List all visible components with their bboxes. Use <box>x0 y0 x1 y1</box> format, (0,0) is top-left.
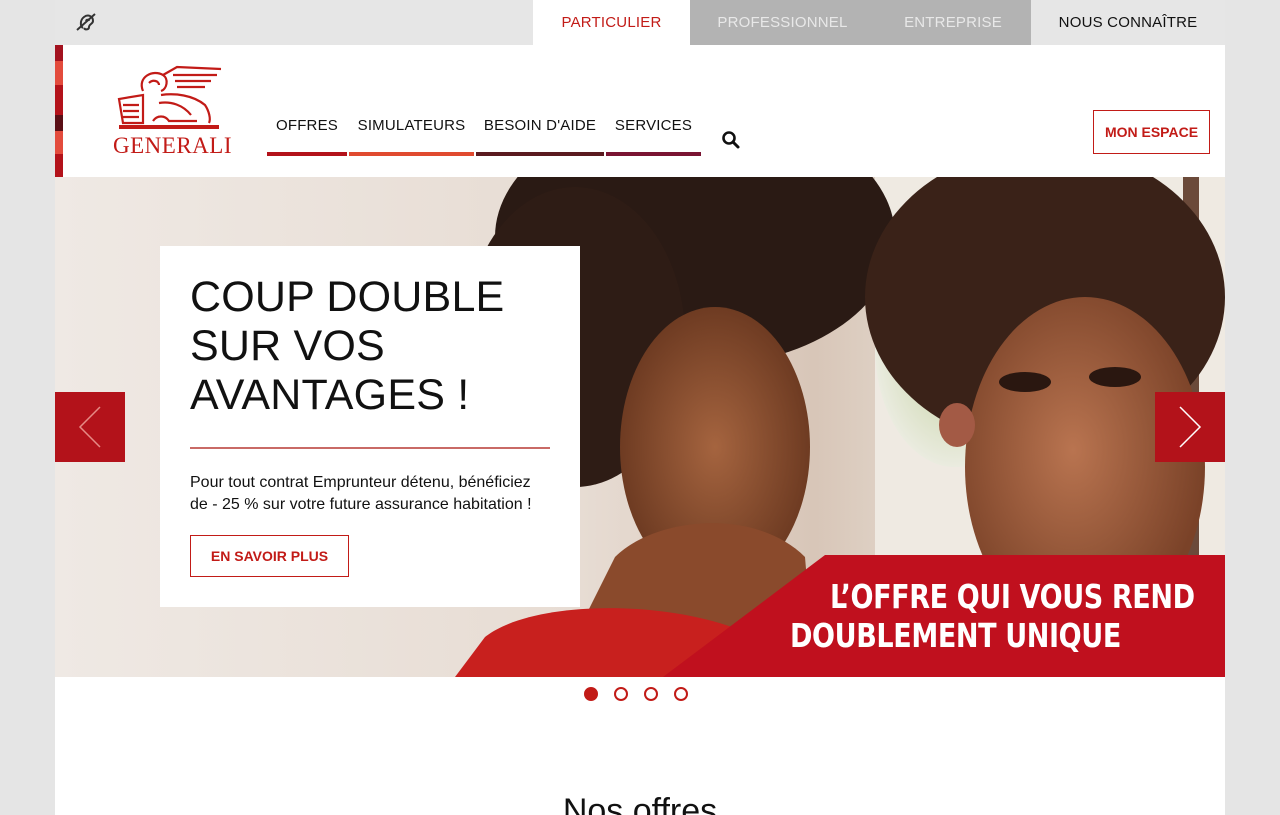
carousel-next-button[interactable] <box>1155 392 1225 462</box>
nav-offres-label: OFFRES <box>275 117 339 134</box>
hero-title: COUP DOUBLE SUR VOS AVANTAGES ! <box>190 273 560 420</box>
hearing-impaired-icon[interactable] <box>73 10 99 34</box>
nav-offres-underline <box>267 152 347 156</box>
carousel-prev-button[interactable] <box>55 392 125 462</box>
nav-besoin-daide-underline <box>476 152 604 156</box>
hero-description: Pour tout contrat Emprunteur détenu, bén… <box>190 472 550 516</box>
hero-card: COUP DOUBLE SUR VOS AVANTAGES ! Pour tou… <box>160 246 580 607</box>
nav-offres[interactable]: OFFRES <box>267 117 347 156</box>
top-bar: PARTICULIER PROFESSIONNEL ENTREPRISE NOU… <box>55 0 1225 45</box>
nav-services-underline <box>606 152 701 156</box>
search-icon[interactable] <box>721 130 741 150</box>
generali-logo[interactable]: GENERALI <box>113 65 232 158</box>
page: PARTICULIER PROFESSIONNEL ENTREPRISE NOU… <box>55 0 1225 815</box>
hero-divider <box>190 447 550 449</box>
hero-title-line-2: SUR VOS <box>190 322 385 370</box>
hero-title-line-3: AVANTAGES ! <box>190 371 470 419</box>
carousel-dot-3[interactable] <box>644 687 658 701</box>
hero-carousel: L’OFFRE QUI VOUS REND DOUBLEMENT UNIQUE … <box>55 177 1225 677</box>
hero-description-line-2: de - 25 % sur votre future assurance hab… <box>190 496 532 513</box>
nav-services-label: SERVICES <box>614 117 693 134</box>
nav-simulateurs-underline <box>349 152 474 156</box>
offers-section-title: Nos offres <box>562 792 718 815</box>
segment-nous-connaitre[interactable]: NOUS CONNAÎTRE <box>1031 0 1225 45</box>
chevron-right-icon <box>1179 406 1202 448</box>
nav-besoin-daide-label: BESOIN D'AIDE <box>483 117 597 134</box>
carousel-dot-4[interactable] <box>674 687 688 701</box>
segment-professionnel[interactable]: PROFESSIONNEL <box>690 0 875 45</box>
nav-simulateurs[interactable]: SIMULATEURS <box>349 117 474 156</box>
segment-particulier[interactable]: PARTICULIER <box>533 0 690 45</box>
en-savoir-plus-button[interactable]: EN SAVOIR PLUS <box>190 535 349 577</box>
lion-emblem-icon <box>117 65 222 129</box>
main-header: GENERALI OFFRES SIMULATEURS BESOIN D'AID… <box>55 45 1225 177</box>
hero-description-line-1: Pour tout contrat Emprunteur détenu, bén… <box>190 474 531 491</box>
logo-wordmark: GENERALI <box>113 133 232 158</box>
chevron-left-icon <box>78 406 101 448</box>
nav-services[interactable]: SERVICES <box>606 117 701 156</box>
color-stripe <box>55 45 63 177</box>
carousel-dot-2[interactable] <box>614 687 628 701</box>
carousel-pagination <box>584 686 696 702</box>
hero-title-line-1: COUP DOUBLE <box>190 273 505 321</box>
mon-espace-button[interactable]: MON ESPACE <box>1093 110 1210 154</box>
nav-simulateurs-label: SIMULATEURS <box>357 117 466 134</box>
carousel-dot-1[interactable] <box>584 687 598 701</box>
segment-entreprise[interactable]: ENTREPRISE <box>875 0 1031 45</box>
nav-besoin-daide[interactable]: BESOIN D'AIDE <box>476 117 604 156</box>
